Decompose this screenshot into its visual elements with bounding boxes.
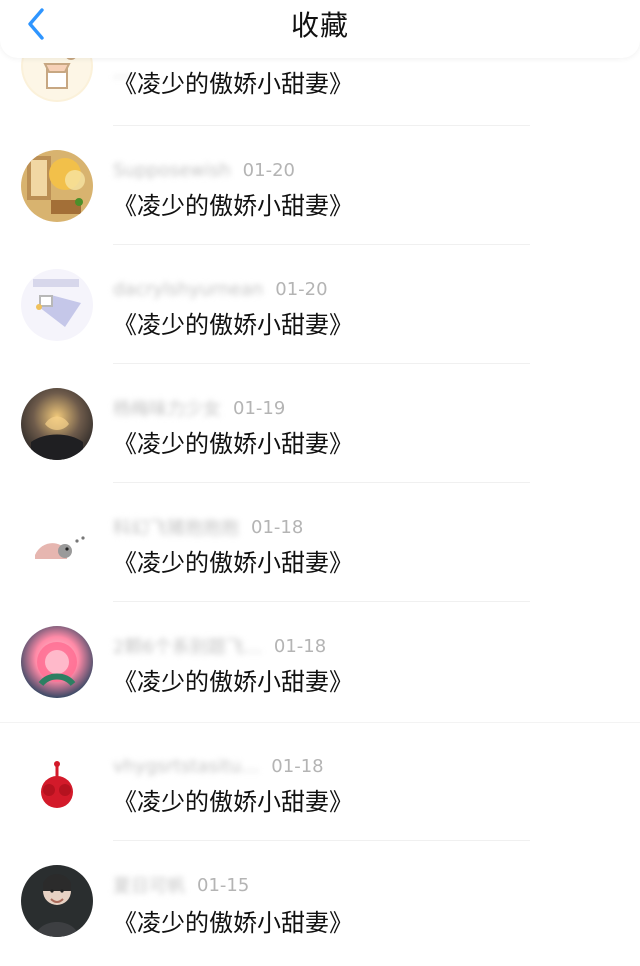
avatar[interactable]	[21, 388, 93, 460]
item-date: 01-18	[251, 516, 304, 538]
item-meta: 夏日可帆 01-15	[113, 872, 250, 898]
page-title: 收藏	[290, 9, 349, 42]
user-name[interactable]: Supposewish	[113, 160, 231, 181]
item-title[interactable]: 《凌少的傲娇小甜妻》	[113, 903, 353, 938]
item-meta: 杨梅味力少女 01-19	[113, 395, 286, 421]
list-item[interactable]: 科幻飞猪抱抱抱 01-18 《凌少的傲娇小甜妻》	[0, 483, 640, 603]
item-title[interactable]: 《凌少的傲娇小甜妻》	[113, 305, 353, 340]
item-date: 01-20	[275, 278, 328, 300]
item-title[interactable]: 《凌少的傲娇小甜妻》	[113, 543, 353, 578]
item-date: 01-15	[197, 874, 250, 896]
avatar[interactable]	[21, 507, 93, 579]
item-title[interactable]: 《凌少的傲娇小甜妻》	[113, 186, 353, 221]
user-name[interactable]: 杨梅味力少女	[113, 395, 221, 421]
item-meta: vhygsrtstasitu… 01-18	[113, 754, 324, 778]
header-bar: 收藏	[0, 0, 640, 58]
item-title[interactable]: 《凌少的傲娇小甜妻》	[113, 662, 353, 697]
avatar[interactable]	[21, 865, 93, 937]
user-name[interactable]: 2颗6个系别题飞…	[113, 633, 262, 659]
list-item[interactable]: Supposewish 01-20 《凌少的傲娇小甜妻》	[0, 126, 640, 246]
avatar[interactable]	[21, 626, 93, 698]
item-meta: Supposewish 01-20	[113, 158, 295, 182]
list-item[interactable]: vhygsrtstasitu… 01-18 《凌少的傲娇小甜妻》	[0, 722, 640, 842]
list-item[interactable]: 夏日可帆 01-15 《凌少的傲娇小甜妻》	[0, 841, 640, 961]
list-item[interactable]: dacrylshyurnean 01-20 《凌少的傲娇小甜妻》	[0, 245, 640, 365]
item-title[interactable]: 《凌少的傲娇小甜妻》	[113, 782, 353, 817]
item-date: 01-19	[233, 397, 286, 419]
item-meta: 2颗6个系别题飞… 01-18	[113, 633, 327, 659]
list-item[interactable]: 杨梅味力少女 01-19 《凌少的傲娇小甜妻》	[0, 364, 640, 484]
item-meta: 科幻飞猪抱抱抱 01-18	[113, 514, 304, 540]
item-meta: dacrylshyurnean 01-20	[113, 277, 328, 301]
item-date: 01-20	[242, 159, 295, 181]
user-name[interactable]: 夏日可帆	[113, 872, 185, 898]
avatar[interactable]	[21, 746, 93, 818]
item-date: 01-18	[273, 635, 327, 657]
item-title[interactable]: 《凌少的傲娇小甜妻》	[113, 424, 353, 459]
list-item[interactable]: 2颗6个系别题飞… 01-18 《凌少的傲娇小甜妻》	[0, 602, 640, 723]
avatar[interactable]	[21, 269, 93, 341]
item-date: 01-18	[271, 755, 324, 777]
item-title[interactable]: 《凌少的傲娇小甜妻》	[113, 64, 353, 99]
avatar[interactable]	[21, 150, 93, 222]
user-name[interactable]: dacrylshyurnean	[113, 279, 263, 300]
user-name[interactable]: vhygsrtstasitu…	[113, 756, 259, 777]
favorites-page: … 《凌少的傲娇小甜妻》 Supposewish 01-20 《凌少的傲娇小甜妻…	[0, 0, 640, 966]
user-name[interactable]: 科幻飞猪抱抱抱	[113, 514, 239, 540]
